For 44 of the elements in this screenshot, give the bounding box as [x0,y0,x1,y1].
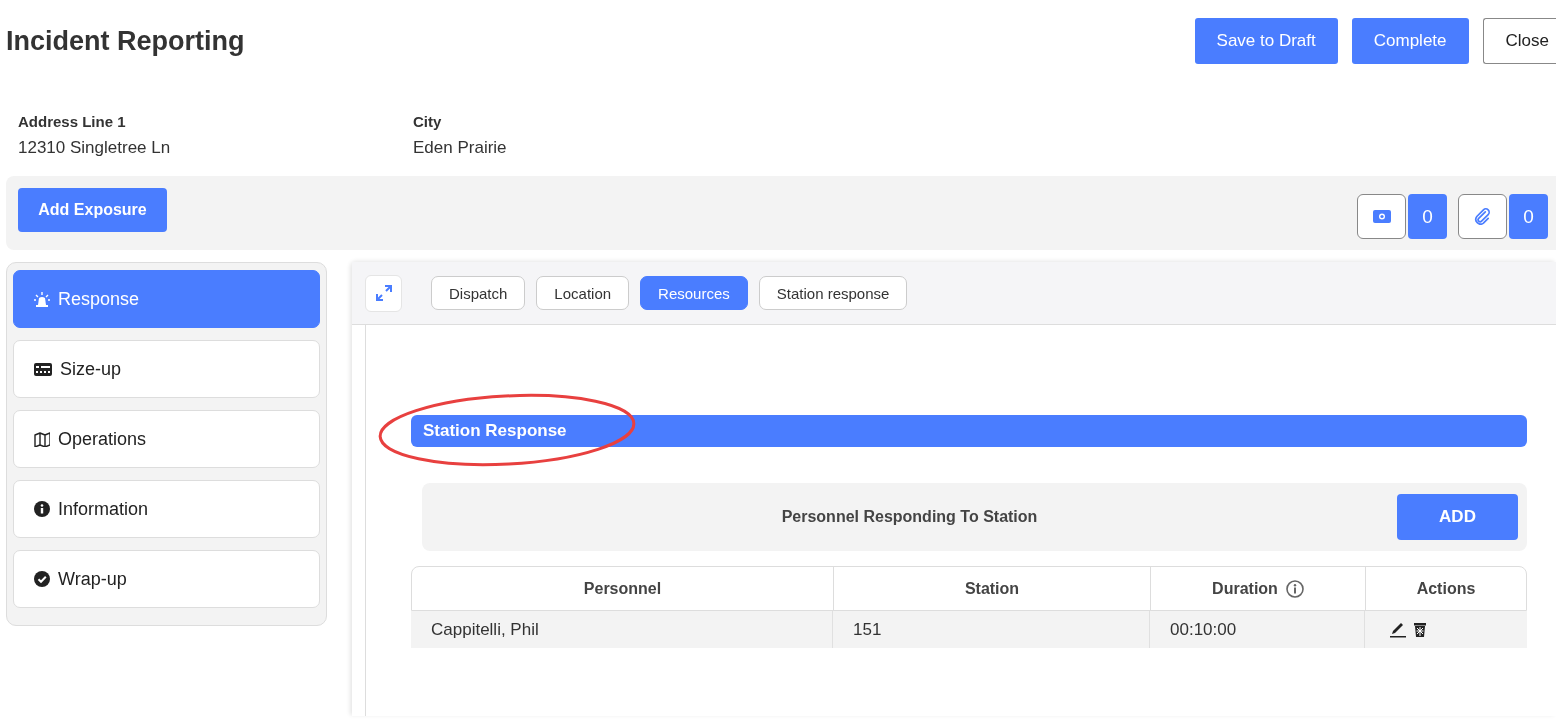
expand-button[interactable] [365,274,402,312]
field-label: Address Line 1 [18,113,127,130]
count-badge: 0 [1408,194,1447,239]
table-cell: Cappitelli, Phil [411,611,833,648]
dashboard-icon [34,361,52,377]
camera-icon [1372,209,1391,224]
sidebar-item[interactable]: Wrap-up [13,550,320,608]
attachment-button[interactable] [1458,194,1507,239]
field-label: City [413,113,443,130]
column-header: Personnel [583,579,662,598]
add-button[interactable]: ADD [1397,494,1518,540]
sidebar-item[interactable]: Size-up [13,340,320,398]
info-icon [34,501,50,517]
info-icon [1285,579,1304,598]
close-button[interactable]: Close [1482,18,1556,64]
action-button[interactable]: Complete [1351,18,1469,64]
action-button[interactable]: Save to Draft [1194,18,1338,64]
photo-button[interactable] [1357,194,1406,239]
sidebar-item[interactable]: Operations [13,410,320,468]
add-exposure-button[interactable]: Add Exposure [18,188,167,232]
pencil-icon[interactable] [1389,621,1406,638]
sidebar-item[interactable]: Information [13,480,320,538]
paperclip-icon [1474,208,1491,225]
panel-title: Personnel Responding To Station [780,508,1039,526]
column-header: Actions [1416,579,1476,598]
tab[interactable]: Resources [640,276,748,310]
tab[interactable]: Station response [758,276,908,310]
tab[interactable]: Location [536,276,630,310]
page-title: Incident Reporting [6,25,245,57]
table-cell: 151 [833,611,1150,648]
field-value: Eden Prairie [413,138,508,158]
section-header: Station Response [411,415,1527,447]
table-cell: 00:10:00 [1150,611,1365,648]
map-icon [34,431,50,447]
siren-icon [34,291,50,307]
trash-icon[interactable] [1412,621,1428,638]
count-badge: 0 [1509,194,1548,239]
tab[interactable]: Dispatch [431,276,526,310]
field-value: 12310 Singletree Ln [18,138,172,158]
column-header: Station [964,579,1020,598]
check-circle-icon [34,571,50,587]
column-header: Duration [1212,579,1278,598]
sidebar-item[interactable]: Response [13,270,320,328]
expand-icon [374,284,393,302]
